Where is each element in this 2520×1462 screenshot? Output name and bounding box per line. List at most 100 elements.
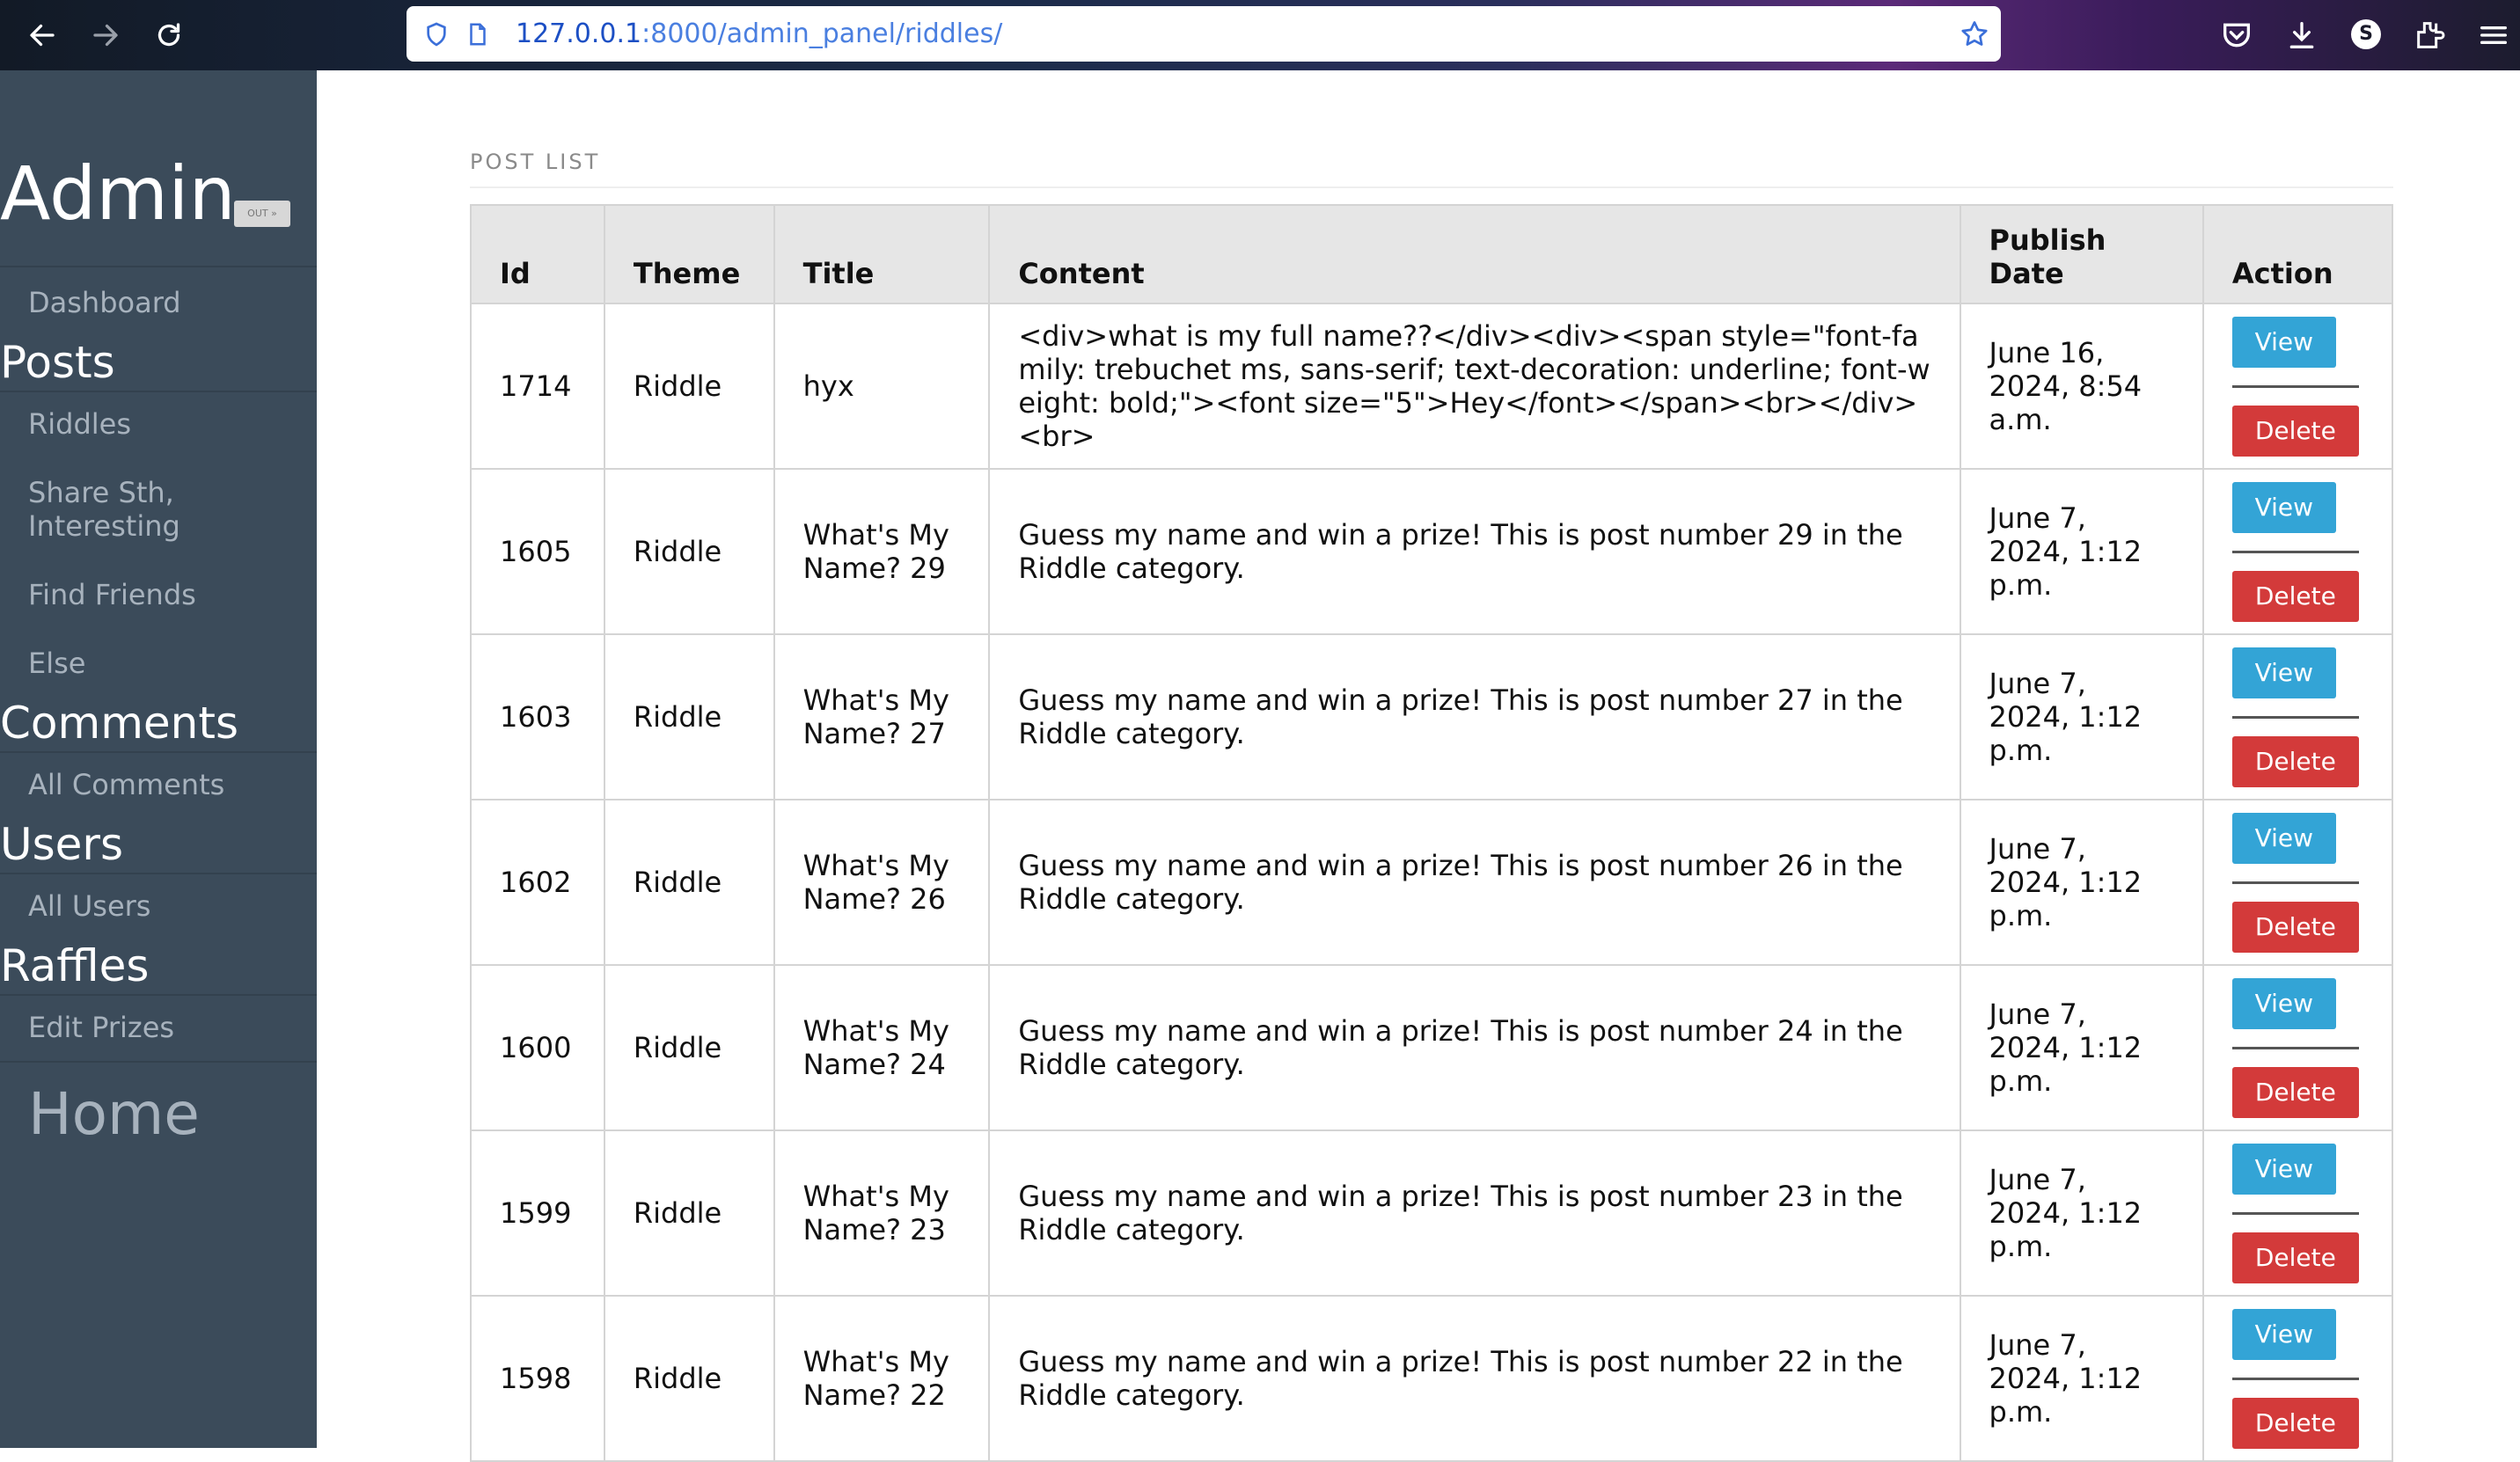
sidebar-divider [0, 873, 317, 874]
delete-button[interactable]: Delete [2231, 570, 2359, 622]
sidebar-divider [0, 994, 317, 996]
cell-publish-date: June 7, 2024, 1:12 p.m. [1959, 468, 2204, 635]
table-row: 1602 Riddle What's My Name? 26 Guess my … [470, 799, 2394, 966]
delete-button[interactable]: Delete [2231, 1066, 2359, 1118]
cell-id: 1714 [470, 303, 605, 470]
view-button[interactable]: View [2231, 812, 2336, 864]
column-header-title: Title [773, 204, 991, 304]
sidebar-item-home[interactable]: Home [28, 1084, 200, 1145]
cell-publish-date: June 7, 2024, 1:12 p.m. [1959, 1129, 2204, 1297]
sidebar-item-edit-prizes[interactable]: Edit Prizes [28, 1011, 174, 1044]
view-button[interactable]: View [2231, 316, 2336, 368]
cell-action: View Delete [2201, 1129, 2394, 1297]
cell-id: 1598 [470, 1295, 605, 1462]
column-header-content: Content [988, 204, 1961, 304]
sidebar-heading-users: Users [0, 819, 124, 870]
sidebar-divider [0, 1061, 317, 1063]
section-divider [470, 186, 2393, 188]
table-header-row: Id Theme Title Content Publish Date Acti… [470, 204, 2394, 304]
sidebar-item-all-users[interactable]: All Users [28, 889, 150, 923]
download-icon[interactable] [2284, 18, 2319, 53]
cell-publish-date: June 7, 2024, 1:12 p.m. [1959, 799, 2204, 966]
cell-content: Guess my name and win a prize! This is p… [988, 964, 1961, 1131]
extensions-icon[interactable] [2413, 18, 2448, 53]
view-button[interactable]: View [2231, 1308, 2336, 1360]
view-button[interactable]: View [2231, 977, 2336, 1029]
cell-id: 1600 [470, 964, 605, 1131]
sidebar-item-share-something[interactable]: Share Sth, Interesting [28, 476, 292, 543]
browser-toolbar: 127.0.0.1:8000/admin_panel/riddles/ S [0, 0, 2520, 70]
cell-title: What's My Name? 22 [773, 1295, 991, 1462]
column-header-publish-date: Publish Date [1959, 204, 2204, 304]
admin-brand[interactable]: Admin [0, 157, 236, 230]
posts-table: Id Theme Title Content Publish Date Acti… [470, 204, 2394, 1462]
sidebar-divider [0, 391, 317, 392]
reload-icon[interactable] [148, 14, 190, 56]
sidebar-heading-comments: Comments [0, 698, 239, 749]
sidebar-item-all-comments[interactable]: All Comments [28, 768, 224, 801]
cell-title: What's My Name? 29 [773, 468, 991, 635]
cell-theme: Riddle [603, 1129, 775, 1297]
cell-action: View Delete [2201, 1295, 2394, 1462]
column-header-action: Action [2201, 204, 2394, 304]
cell-publish-date: June 7, 2024, 1:12 p.m. [1959, 1295, 2204, 1462]
cell-content: Guess my name and win a prize! This is p… [988, 468, 1961, 635]
sidebar [0, 70, 317, 1448]
table-row: 1599 Riddle What's My Name? 23 Guess my … [470, 1129, 2394, 1297]
menu-icon[interactable] [2476, 18, 2511, 53]
view-button[interactable]: View [2231, 1143, 2336, 1195]
action-divider [2231, 1377, 2359, 1380]
action-divider [2231, 715, 2359, 719]
shield-icon[interactable] [422, 20, 451, 48]
logout-button[interactable]: OUT » [234, 201, 290, 227]
column-header-theme: Theme [603, 204, 775, 304]
cell-theme: Riddle [603, 468, 775, 635]
sidebar-item-riddles[interactable]: Riddles [28, 407, 131, 441]
cell-action: View Delete [2201, 468, 2394, 635]
cell-theme: Riddle [603, 799, 775, 966]
action-divider [2231, 384, 2359, 388]
sidebar-heading-posts: Posts [0, 337, 115, 388]
delete-button[interactable]: Delete [2231, 405, 2359, 457]
action-divider [2231, 550, 2359, 553]
cell-content: <div>what is my full name??</div><div><s… [988, 303, 1961, 470]
sidebar-item-else[interactable]: Else [28, 647, 85, 680]
column-header-id: Id [470, 204, 605, 304]
bookmark-star-icon[interactable] [1959, 18, 1990, 50]
delete-button[interactable]: Delete [2231, 1232, 2359, 1283]
section-title: POST LIST [470, 150, 601, 174]
cell-publish-date: June 16, 2024, 8:54 a.m. [1959, 303, 2204, 470]
cell-content: Guess my name and win a prize! This is p… [988, 1295, 1961, 1462]
pocket-icon[interactable] [2219, 18, 2254, 53]
cell-title: What's My Name? 26 [773, 799, 991, 966]
sidebar-item-dashboard[interactable]: Dashboard [28, 286, 181, 319]
cell-id: 1605 [470, 468, 605, 635]
cell-content: Guess my name and win a prize! This is p… [988, 799, 1961, 966]
cell-id: 1602 [470, 799, 605, 966]
cell-id: 1599 [470, 1129, 605, 1297]
delete-button[interactable]: Delete [2231, 901, 2359, 953]
cell-theme: Riddle [603, 303, 775, 470]
sidebar-item-find-friends[interactable]: Find Friends [28, 578, 196, 611]
cell-id: 1603 [470, 633, 605, 800]
table-row: 1598 Riddle What's My Name? 22 Guess my … [470, 1295, 2394, 1462]
cell-theme: Riddle [603, 633, 775, 800]
view-button[interactable]: View [2231, 481, 2336, 533]
table-row: 1603 Riddle What's My Name? 27 Guess my … [470, 633, 2394, 800]
back-arrow-icon[interactable] [21, 14, 63, 56]
view-button[interactable]: View [2231, 647, 2336, 698]
action-divider [2231, 1046, 2359, 1049]
delete-button[interactable]: Delete [2231, 735, 2359, 787]
account-avatar[interactable]: S [2351, 19, 2381, 49]
forward-arrow-icon[interactable] [84, 14, 127, 56]
cell-action: View Delete [2201, 303, 2394, 470]
table-row: 1600 Riddle What's My Name? 24 Guess my … [470, 964, 2394, 1131]
delete-button[interactable]: Delete [2231, 1397, 2359, 1449]
address-bar[interactable]: 127.0.0.1:8000/admin_panel/riddles/ [407, 6, 2001, 62]
url-text[interactable]: 127.0.0.1:8000/admin_panel/riddles/ [516, 6, 1002, 62]
cell-action: View Delete [2201, 799, 2394, 966]
page-icon[interactable] [465, 20, 491, 48]
cell-title: hyx [773, 303, 991, 470]
sidebar-divider [0, 266, 317, 267]
url-host: 127.0.0.1 [516, 18, 642, 49]
